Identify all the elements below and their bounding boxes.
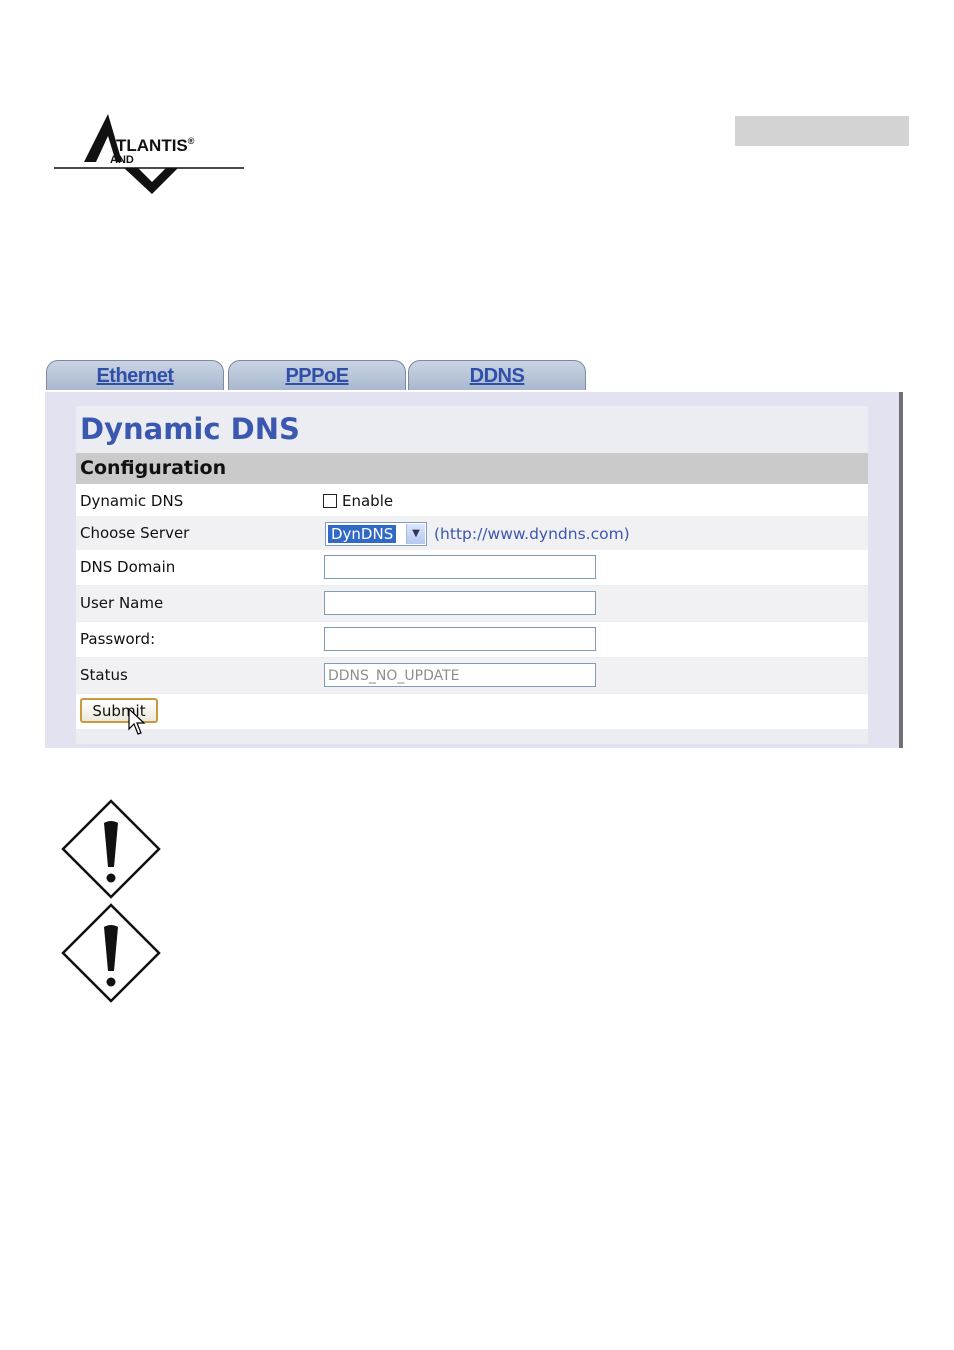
warning-icon	[61, 903, 161, 1003]
section-title: Configuration	[80, 457, 227, 479]
atlantis-logo: TLANTIS® AND	[52, 108, 252, 200]
logo-wordmark-atlantis: TLANTIS®	[116, 136, 195, 155]
status-label: Status	[80, 666, 128, 684]
server-url-text: (http://www.dyndns.com)	[434, 525, 630, 543]
row-dns-domain: DNS Domain	[76, 550, 868, 585]
row-password: Password:	[76, 622, 868, 657]
row-dynamic-dns: Dynamic DNS Enable	[76, 484, 868, 519]
tab-ddns[interactable]: DDNS	[408, 360, 586, 390]
server-select[interactable]: DynDNS ▼	[325, 522, 427, 546]
status-field: DDNS_NO_UPDATE	[324, 663, 596, 687]
password-input[interactable]	[324, 627, 596, 651]
password-label: Password:	[80, 630, 156, 648]
ddns-panel: Dynamic DNS Configuration Dynamic DNS En…	[45, 392, 903, 748]
section-header: Configuration	[76, 453, 868, 484]
warning-icon	[61, 799, 161, 899]
header-box	[735, 116, 909, 146]
user-name-input[interactable]	[324, 591, 596, 615]
tab-pppoe-label: PPPoE	[285, 365, 349, 387]
tab-ethernet-label: Ethernet	[96, 365, 174, 387]
chevron-down-icon[interactable]: ▼	[406, 524, 425, 544]
submit-button[interactable]: Submit	[80, 698, 158, 723]
tab-ethernet[interactable]: Ethernet	[46, 360, 224, 390]
user-name-label: User Name	[80, 594, 164, 612]
dns-domain-label: DNS Domain	[80, 558, 176, 576]
logo-wordmark-and: AND	[110, 154, 134, 166]
mouse-cursor-icon	[128, 708, 146, 735]
enable-checkbox-label[interactable]: Enable	[342, 492, 393, 510]
page-title: Dynamic DNS	[80, 412, 300, 446]
row-user-name: User Name	[76, 586, 868, 621]
choose-server-label: Choose Server	[80, 524, 190, 542]
dynamic-dns-label: Dynamic DNS	[80, 492, 184, 510]
dns-domain-input[interactable]	[324, 555, 596, 579]
enable-checkbox[interactable]	[323, 494, 337, 508]
row-status: Status DDNS_NO_UPDATE	[76, 658, 868, 693]
row-choose-server: Choose Server DynDNS ▼ (http://www.dyndn…	[76, 516, 868, 551]
row-submit: Submit	[76, 694, 868, 729]
tab-ddns-label: DDNS	[469, 365, 525, 387]
tab-pppoe[interactable]: PPPoE	[228, 360, 406, 390]
server-select-value: DynDNS	[326, 524, 398, 544]
